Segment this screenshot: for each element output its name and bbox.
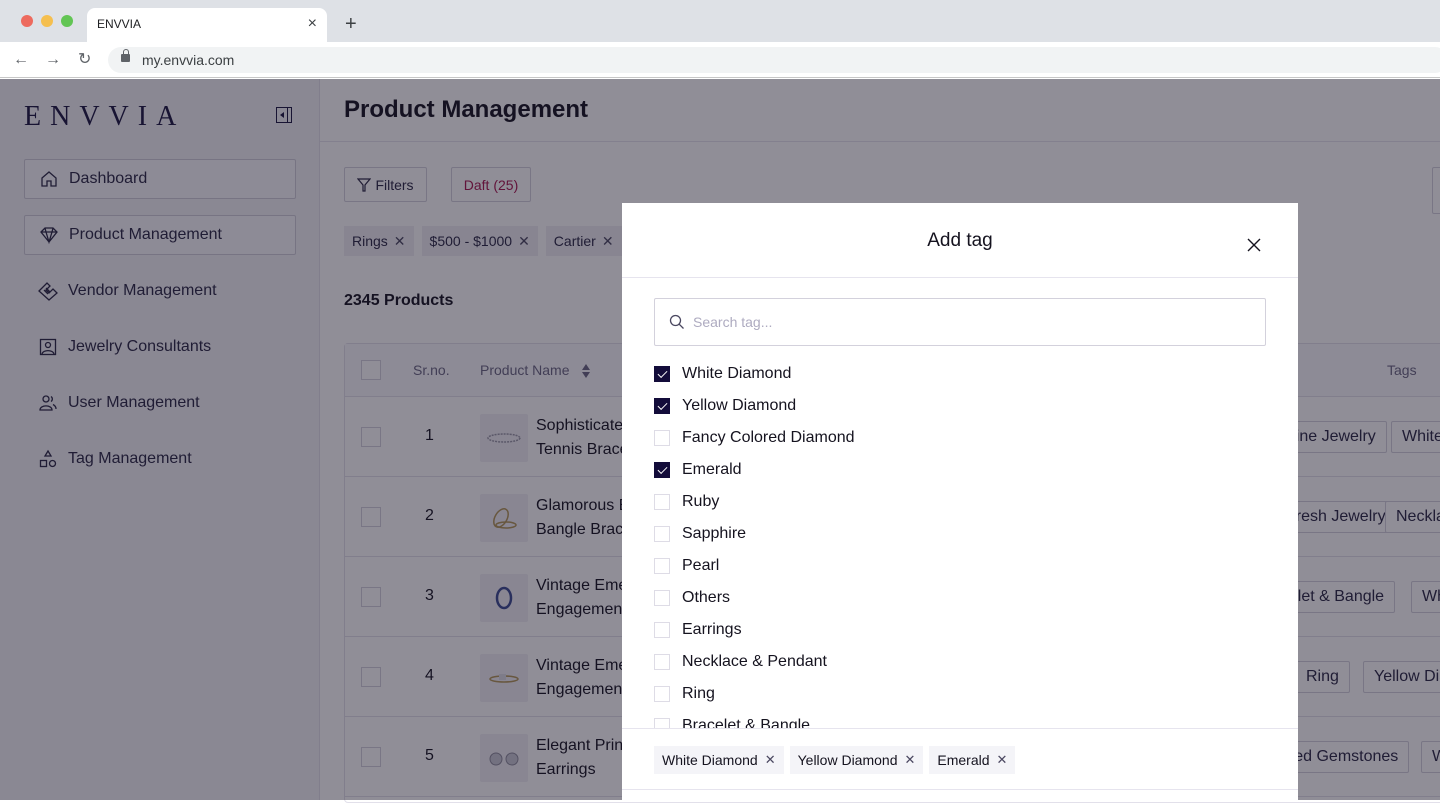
tag-checkbox[interactable] — [654, 622, 670, 638]
tag-checkbox[interactable] — [654, 494, 670, 510]
tag-option-label: Bracelet & Bangle — [682, 717, 811, 728]
tag-option-label: Fancy Colored Diamond — [682, 429, 855, 446]
tag-checkbox[interactable] — [654, 366, 670, 382]
tag-checkbox[interactable] — [654, 590, 670, 606]
search-icon — [669, 314, 684, 329]
tag-checkbox[interactable] — [654, 526, 670, 542]
tag-option-label: Pearl — [682, 557, 720, 574]
tag-option-label: Emerald — [682, 461, 742, 478]
selected-tags: White Diamond ✕ Yellow Diamond ✕ Emerald ✕ — [654, 746, 1016, 774]
tag-option[interactable]: Fancy Colored Diamond — [654, 422, 1266, 454]
tab-close-icon[interactable]: × — [308, 15, 317, 33]
url-text: my.envvia.com — [142, 52, 235, 68]
address-bar[interactable]: my.envvia.com — [108, 47, 1440, 73]
tag-option[interactable]: Sapphire — [654, 518, 1266, 550]
tag-option[interactable]: Yellow Diamond — [654, 390, 1266, 422]
forward-icon[interactable]: → — [45, 50, 61, 70]
tag-option-label: Others — [682, 589, 731, 606]
selected-tag-chip: Emerald ✕ — [929, 746, 1016, 774]
tag-checkbox[interactable] — [654, 718, 670, 728]
search-tag-input[interactable] — [693, 299, 1253, 345]
tag-option[interactable]: Pearl — [654, 550, 1266, 582]
browser-tab[interactable]: ENVVIA × — [87, 8, 327, 42]
tag-option-label: Sapphire — [682, 525, 747, 542]
tag-option-label: Ruby — [682, 493, 720, 510]
tag-option[interactable]: Bracelet & Bangle — [654, 710, 1266, 728]
selected-tag-label: Yellow Diamond — [797, 752, 898, 768]
new-tab-button[interactable]: + — [345, 13, 357, 35]
tag-checkbox[interactable] — [654, 558, 670, 574]
tag-checkbox[interactable] — [654, 462, 670, 478]
modal-header: Add tag — [622, 203, 1298, 278]
tag-checkbox[interactable] — [654, 654, 670, 670]
tag-search — [654, 298, 1266, 346]
tag-option-label: Necklace & Pendant — [682, 653, 827, 670]
selected-tag-label: White Diamond — [662, 752, 758, 768]
add-tag-modal: Add tag White Diamond Yellow Diamond Fancy… — [622, 203, 1298, 800]
browser-toolbar: ← → ↻ my.envvia.com — [0, 42, 1440, 78]
reload-icon[interactable]: ↻ — [78, 50, 91, 70]
tag-option-label: White Diamond — [682, 365, 792, 382]
tag-checkbox[interactable] — [654, 430, 670, 446]
selected-tag-chip: White Diamond ✕ — [654, 746, 784, 774]
tag-option-label: Ring — [682, 685, 715, 702]
window-minimize-button[interactable] — [41, 15, 53, 27]
tag-list[interactable]: White Diamond Yellow Diamond Fancy Colored… — [654, 358, 1266, 728]
selected-tag-label: Emerald — [937, 752, 990, 768]
tag-option[interactable]: Ring — [654, 678, 1266, 710]
window-maximize-button[interactable] — [61, 15, 73, 27]
remove-tag-icon[interactable]: ✕ — [765, 752, 776, 768]
tag-option-label: Yellow Diamond — [682, 397, 797, 414]
tag-option[interactable]: Others — [654, 582, 1266, 614]
modal-title: Add tag — [927, 230, 993, 251]
remove-tag-icon[interactable]: ✕ — [904, 752, 915, 768]
tag-option-label: Earrings — [682, 621, 742, 638]
back-icon[interactable]: ← — [13, 50, 29, 70]
tag-option[interactable]: White Diamond — [654, 358, 1266, 390]
tab-title: ENVVIA — [97, 17, 142, 31]
browser-tab-bar: ENVVIA × + — [0, 0, 1440, 42]
tag-option[interactable]: Emerald — [654, 454, 1266, 486]
tag-option[interactable]: Earrings — [654, 614, 1266, 646]
lock-icon — [121, 49, 130, 62]
window-close-button[interactable] — [21, 15, 33, 27]
tag-checkbox[interactable] — [654, 686, 670, 702]
remove-tag-icon[interactable]: ✕ — [997, 752, 1008, 768]
tag-option[interactable]: Ruby — [654, 486, 1266, 518]
tag-checkbox[interactable] — [654, 398, 670, 414]
selected-tag-chip: Yellow Diamond ✕ — [789, 746, 924, 774]
close-icon[interactable] — [1245, 236, 1263, 254]
selected-tags-bar: White Diamond ✕ Yellow Diamond ✕ Emerald ✕ — [622, 728, 1298, 790]
tag-option[interactable]: Necklace & Pendant — [654, 646, 1266, 678]
